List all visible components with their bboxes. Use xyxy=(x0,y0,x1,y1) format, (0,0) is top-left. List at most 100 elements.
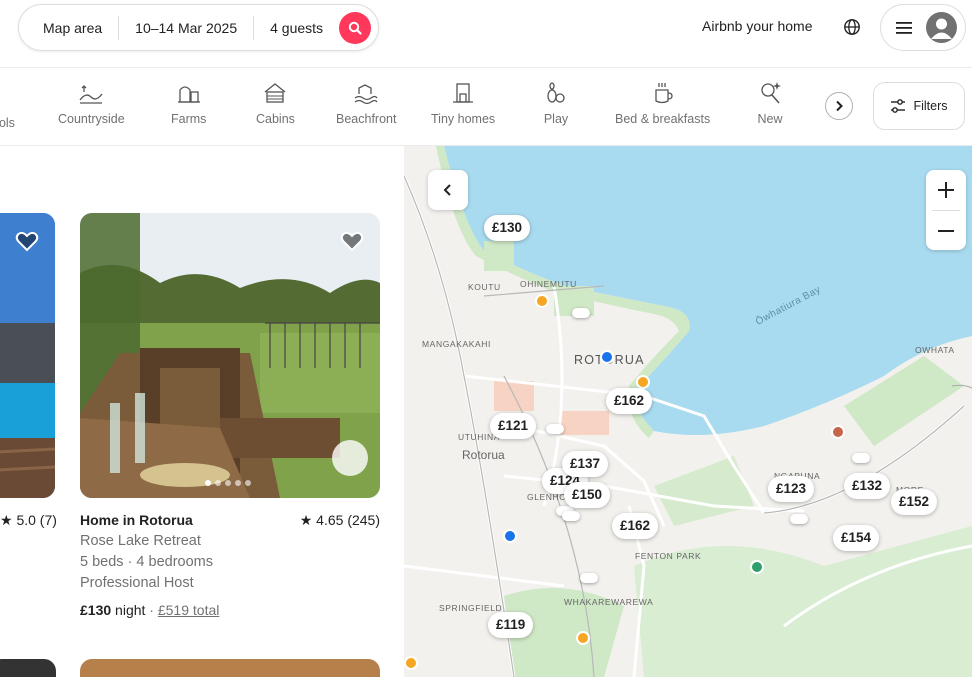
carousel-dot[interactable] xyxy=(235,480,241,486)
listing-photo[interactable] xyxy=(80,659,380,677)
listing-host: Professional Host xyxy=(80,575,194,591)
poi-icon[interactable] xyxy=(636,375,650,389)
category-label: New xyxy=(757,112,783,126)
price-pin[interactable]: £132 xyxy=(844,473,891,499)
zoom-in-button[interactable] xyxy=(926,170,966,210)
poi-icon[interactable] xyxy=(576,631,590,645)
map-label: SPRINGFIELD xyxy=(439,603,503,613)
carousel-dot[interactable] xyxy=(245,480,251,486)
price-pin[interactable]: £121 xyxy=(490,413,537,439)
category-bar: ools Countryside Farms Cabins Beachfront… xyxy=(0,68,972,146)
listing-rating: ★ 4.65 (245) xyxy=(299,512,380,528)
photo-carousel-dots xyxy=(205,480,251,486)
price-amount: £130 xyxy=(80,602,112,618)
listing-name: Rose Lake Retreat xyxy=(80,533,201,549)
listing-price: £130 night · £519 total xyxy=(80,602,219,618)
category-label: Bed & breakfasts xyxy=(615,112,711,126)
carousel-dot[interactable] xyxy=(225,480,231,486)
carousel-dot[interactable] xyxy=(215,480,221,486)
countryside-icon xyxy=(79,85,103,104)
map-label: MANGAKAKAHI xyxy=(422,339,491,349)
globe-icon[interactable] xyxy=(843,18,861,36)
category-bed-breakfasts[interactable]: Bed & breakfasts xyxy=(615,80,710,126)
listing-beds: 5 beds · 4 bedrooms xyxy=(80,554,213,570)
category-scroll-next-button[interactable] xyxy=(825,92,853,120)
transit-icon[interactable] xyxy=(503,529,517,543)
poi-icon[interactable] xyxy=(535,294,549,308)
cafe-icon[interactable] xyxy=(831,425,845,439)
filters-icon xyxy=(891,99,906,113)
price-pin[interactable]: £150 xyxy=(564,482,611,508)
map-marker[interactable] xyxy=(572,308,590,318)
price-total[interactable]: £519 total xyxy=(158,602,220,618)
category-label: Cabins xyxy=(256,112,295,126)
category-tiny-homes[interactable]: Tiny homes xyxy=(431,80,495,126)
heart-icon[interactable] xyxy=(15,229,39,253)
poi-icon[interactable] xyxy=(404,656,418,670)
park-icon[interactable] xyxy=(750,560,764,574)
search-dates[interactable]: 10–14 Mar 2025 xyxy=(119,16,253,40)
chevron-right-icon xyxy=(836,100,843,112)
top-header: Map area 10–14 Mar 2025 4 guests Airbnb … xyxy=(0,0,972,68)
farms-icon xyxy=(177,86,200,103)
category-new[interactable]: New xyxy=(757,80,783,126)
price-pin[interactable]: £162 xyxy=(612,513,659,539)
price-pin[interactable]: £137 xyxy=(562,451,609,477)
category-pools[interactable]: ools xyxy=(0,116,15,130)
map-marker[interactable] xyxy=(562,511,580,521)
avatar xyxy=(926,12,957,43)
search-bar[interactable]: Map area 10–14 Mar 2025 4 guests xyxy=(18,4,379,51)
category-label: ools xyxy=(0,116,15,130)
map-marker[interactable] xyxy=(790,514,808,524)
price-pin[interactable]: £154 xyxy=(833,525,880,551)
listing-photo[interactable] xyxy=(0,659,56,677)
menu-icon xyxy=(896,21,912,34)
listing-title[interactable]: Home in Rotorua xyxy=(80,512,193,528)
price-pin[interactable]: £152 xyxy=(891,489,938,515)
map[interactable]: KOUTU OHINEMUTU MANGAKAKAHI ROTORUA UTUH… xyxy=(404,146,972,677)
search-guests[interactable]: 4 guests xyxy=(254,16,339,40)
user-icon xyxy=(931,18,952,39)
map-label: OHINEMUTU xyxy=(520,279,577,289)
category-label: Countryside xyxy=(58,112,125,126)
filters-button[interactable]: Filters xyxy=(873,82,965,130)
plus-icon xyxy=(938,182,954,198)
map-label: FENTON PARK xyxy=(635,551,702,561)
transit-icon[interactable] xyxy=(600,350,614,364)
carousel-dot[interactable] xyxy=(205,480,211,486)
zoom-control xyxy=(926,170,966,250)
price-pin[interactable]: £130 xyxy=(484,215,531,241)
listing-photo[interactable] xyxy=(80,213,380,498)
price-separator: · xyxy=(145,602,158,618)
category-play[interactable]: Play xyxy=(543,80,569,126)
search-where[interactable]: Map area xyxy=(19,16,118,40)
photo-image xyxy=(0,213,55,498)
category-label: Tiny homes xyxy=(431,112,496,126)
collapse-map-button[interactable] xyxy=(428,170,468,210)
user-menu-button[interactable] xyxy=(880,4,966,51)
heart-icon[interactable] xyxy=(340,229,364,253)
category-label: Play xyxy=(543,112,569,126)
price-pin[interactable]: £162 xyxy=(606,388,653,414)
category-countryside[interactable]: Countryside xyxy=(58,80,125,126)
map-label: WHAKAREWAREWA xyxy=(564,597,654,607)
new-icon xyxy=(761,82,781,104)
price-pin[interactable]: £123 xyxy=(768,476,815,502)
host-link[interactable]: Airbnb your home xyxy=(702,18,813,34)
category-beachfront[interactable]: Beachfront xyxy=(336,80,396,126)
map-marker[interactable] xyxy=(852,453,870,463)
listing-panel: ★ 5.0 (7) Home in Rotorua ★ 4.65 (245) R… xyxy=(0,146,404,677)
listing-rating: ★ 5.0 (7) xyxy=(0,512,57,528)
category-farms[interactable]: Farms xyxy=(171,80,206,126)
category-cabins[interactable]: Cabins xyxy=(256,80,295,126)
filters-label: Filters xyxy=(913,99,948,113)
cabins-icon xyxy=(265,83,286,103)
listing-photo[interactable] xyxy=(0,213,55,498)
map-marker[interactable] xyxy=(546,424,564,434)
map-marker[interactable] xyxy=(580,573,598,583)
photo-image xyxy=(80,213,380,498)
map-label: KOUTU xyxy=(468,282,501,292)
price-pin[interactable]: £119 xyxy=(488,612,534,638)
zoom-out-button[interactable] xyxy=(926,211,966,251)
search-button[interactable] xyxy=(339,12,371,44)
